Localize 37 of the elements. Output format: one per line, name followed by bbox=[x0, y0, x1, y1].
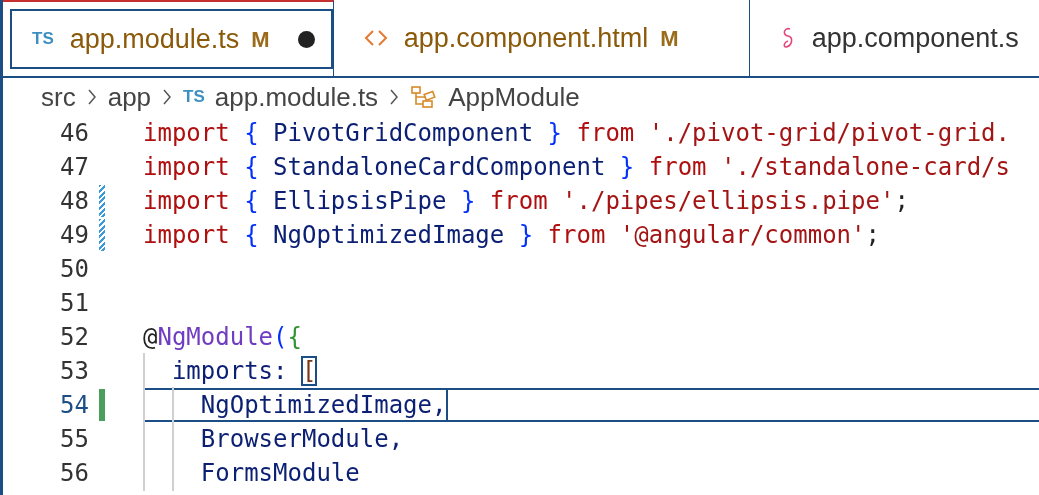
line-number: 48 bbox=[59, 186, 89, 217]
editor-tab[interactable]: TS app.module.ts M bbox=[3, 0, 334, 76]
code-line: FormsModule bbox=[143, 455, 360, 491]
line-number: 55 bbox=[59, 424, 89, 455]
line-number: 46 bbox=[59, 118, 89, 149]
line-number: 56 bbox=[59, 458, 89, 489]
git-status: M bbox=[251, 25, 270, 54]
code-line: NgOptimizedImage, bbox=[143, 387, 447, 423]
code-brackets-icon bbox=[363, 29, 388, 47]
line-number: 50 bbox=[59, 254, 89, 285]
line-number: 52 bbox=[59, 322, 89, 353]
tab-title: app.component.s bbox=[811, 21, 1019, 55]
line-number: 47 bbox=[59, 152, 89, 183]
line-number: 54 bbox=[59, 390, 89, 421]
code-line: @NgModule({ bbox=[143, 322, 302, 353]
breadcrumb-item[interactable]: app.module.ts bbox=[214, 77, 379, 117]
module-symbol-icon bbox=[410, 85, 439, 109]
typescript-icon: TS bbox=[183, 84, 205, 110]
code-line: import { EllipsisPipe } from './pipes/ellipsis.pipe'; bbox=[143, 186, 909, 217]
breadcrumb-item[interactable]: AppModule bbox=[448, 77, 580, 117]
code-line: import { PivotGridComponent } from './pivot-grid/pivot-grid. bbox=[143, 118, 1010, 149]
code-line: imports: [ bbox=[143, 353, 317, 389]
code-line: import { NgOptimizedImage } from '@angular/common'; bbox=[143, 220, 880, 251]
breadcrumb-item[interactable]: app bbox=[107, 77, 152, 117]
tab-title: app.module.ts bbox=[69, 22, 240, 56]
tab-title: app.component.html bbox=[403, 21, 649, 55]
line-number: 53 bbox=[59, 356, 89, 387]
code-line: BrowserModule, bbox=[143, 421, 404, 457]
breadcrumb-item[interactable]: src bbox=[41, 77, 76, 117]
chevron-right-icon bbox=[161, 87, 174, 107]
git-status: M bbox=[660, 24, 679, 53]
line-number: 51 bbox=[59, 288, 89, 319]
chevron-right-icon bbox=[388, 87, 401, 107]
typescript-icon: TS bbox=[32, 26, 54, 52]
chevron-right-icon bbox=[85, 87, 98, 107]
line-number: 49 bbox=[59, 220, 89, 251]
code-line: import { StandaloneCardComponent } from './standalone-card/s bbox=[143, 152, 1010, 183]
